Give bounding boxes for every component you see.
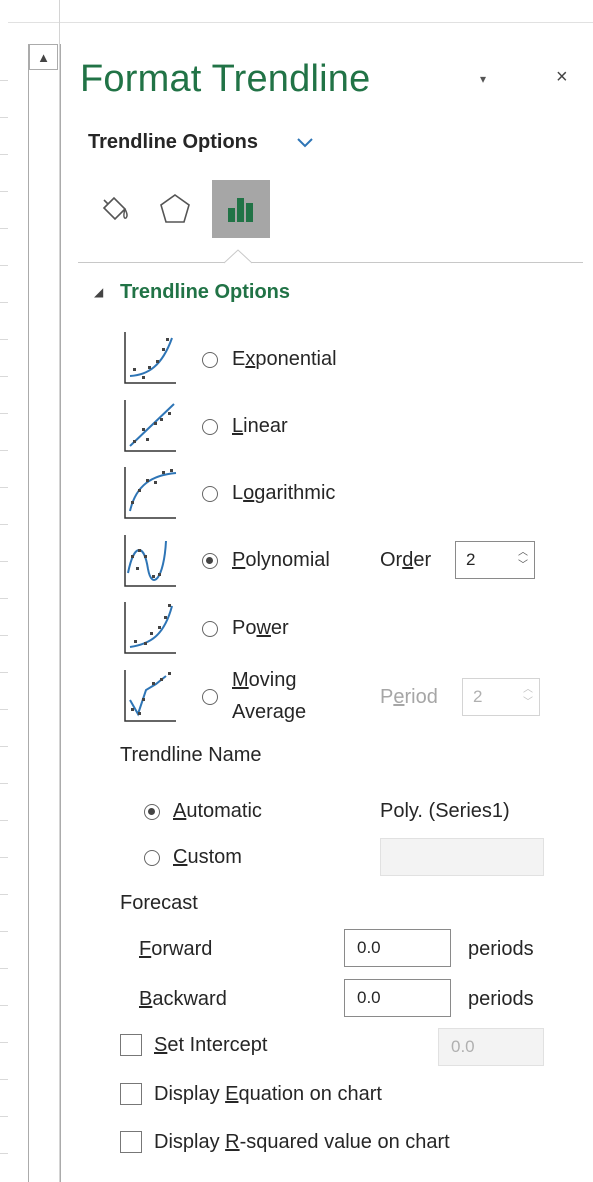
row-gridline (0, 413, 8, 414)
pentagon-icon (160, 194, 190, 223)
label-custom[interactable]: Custom (173, 846, 242, 869)
exponential-trend-icon (124, 332, 176, 384)
linear-trend-icon (124, 400, 176, 452)
intercept-input: 0.0 (438, 1028, 544, 1066)
row-gridline (0, 1079, 8, 1080)
label-moving-average[interactable]: Moving (232, 669, 296, 692)
row-gridline (0, 635, 8, 636)
forward-unit: periods (468, 938, 534, 960)
display-equation-label[interactable]: Display Equation on chart (154, 1083, 382, 1106)
bar-chart-icon (228, 198, 253, 222)
tab-effects[interactable] (146, 180, 204, 238)
row-gridline (0, 672, 8, 673)
label-logarithmic[interactable]: Logarithmic (232, 482, 335, 505)
automatic-name-value: Poly. (Series1) (380, 800, 510, 822)
pane-border (59, 0, 60, 1182)
label-exponential[interactable]: Exponential (232, 348, 337, 371)
backward-label: Backward (139, 988, 227, 1010)
row-gridline (0, 1005, 8, 1006)
row-gridline (0, 1116, 8, 1117)
row-gridline (0, 857, 8, 858)
row-gridline (0, 487, 8, 488)
row-gridline (0, 154, 8, 155)
order-stepper[interactable]: 2 ︿ ﹀ (455, 541, 535, 579)
row-gridline (0, 228, 8, 229)
radio-linear[interactable] (202, 419, 218, 435)
backward-input[interactable]: 0.0 (344, 979, 451, 1017)
row-gridline (0, 820, 8, 821)
display-rsquared-label[interactable]: Display R-squared value on chart (154, 1131, 450, 1154)
spin-arrows-icon: ︿ ﹀ (523, 684, 533, 708)
vertical-scrollbar[interactable] (28, 44, 61, 1182)
radio-exponential[interactable] (202, 352, 218, 368)
period-label: Period (380, 686, 438, 708)
row-gridline (0, 339, 8, 340)
chevron-down-icon[interactable] (294, 131, 316, 153)
backward-unit: periods (468, 988, 534, 1010)
task-pane-options-button[interactable]: ▾ (480, 72, 486, 86)
tab-separator (78, 262, 583, 263)
row-gridline (0, 746, 8, 747)
logarithmic-trend-icon (124, 467, 177, 519)
spreadsheet-edge (0, 0, 8, 1182)
radio-polynomial[interactable] (202, 553, 218, 569)
moving-average-trend-icon (124, 670, 176, 722)
collapse-arrow-icon[interactable]: ◢ (94, 285, 103, 299)
row-gridline (0, 783, 8, 784)
row-gridline (0, 117, 8, 118)
row-gridline (0, 709, 8, 710)
row-gridline (0, 80, 8, 81)
order-value[interactable]: 2 (466, 550, 475, 570)
row-gridline (0, 1153, 8, 1154)
radio-moving-average[interactable] (202, 689, 218, 705)
row-gridline (0, 894, 8, 895)
display-rsquared-checkbox[interactable] (120, 1131, 142, 1153)
trendline-name-label: Trendline Name (120, 744, 262, 766)
row-gridline (0, 302, 8, 303)
options-category-dropdown[interactable]: Trendline Options (88, 131, 258, 154)
section-title[interactable]: Trendline Options (120, 281, 290, 304)
row-gridline (0, 1042, 8, 1043)
radio-automatic[interactable] (144, 804, 160, 820)
row-gridline (0, 265, 8, 266)
active-tab-pointer (224, 249, 252, 264)
radio-power[interactable] (202, 621, 218, 637)
row-gridline (0, 561, 8, 562)
set-intercept-checkbox[interactable] (120, 1034, 142, 1056)
label-automatic[interactable]: Automatic (173, 800, 262, 823)
period-stepper: 2 ︿ ﹀ (462, 678, 540, 716)
pane-title: Format Trendline (80, 58, 371, 100)
scroll-up-button[interactable]: ▲ (29, 44, 58, 70)
paint-bucket-icon (102, 196, 128, 221)
custom-name-input (380, 838, 544, 876)
row-gridline (0, 968, 8, 969)
tab-trendline-options[interactable] (212, 180, 270, 238)
set-intercept-label[interactable]: Set Intercept (154, 1034, 267, 1057)
row-gridline (0, 450, 8, 451)
label-power[interactable]: Power (232, 617, 289, 640)
close-button[interactable]: × (556, 66, 568, 89)
forecast-label: Forecast (120, 892, 198, 914)
display-equation-checkbox[interactable] (120, 1083, 142, 1105)
row-gridline (0, 598, 8, 599)
order-label: Order (380, 549, 432, 571)
period-value: 2 (473, 687, 483, 706)
label-moving-average-line2[interactable]: Average (232, 701, 306, 724)
row-gridline (0, 931, 8, 932)
tab-fill-line[interactable] (84, 180, 142, 238)
row-gridline (0, 376, 8, 377)
row-gridline (0, 524, 8, 525)
forward-input[interactable]: 0.0 (344, 929, 451, 967)
label-linear[interactable]: Linear (232, 415, 288, 438)
polynomial-trend-icon (124, 535, 176, 587)
row-gridline (0, 191, 8, 192)
radio-custom[interactable] (144, 850, 160, 866)
forward-label: Forward (139, 938, 213, 960)
label-polynomial[interactable]: Polynomial (232, 549, 330, 572)
spin-arrows-icon[interactable]: ︿ ﹀ (518, 546, 528, 572)
power-trend-icon (124, 602, 176, 654)
top-bar (8, 0, 593, 23)
radio-logarithmic[interactable] (202, 486, 218, 502)
